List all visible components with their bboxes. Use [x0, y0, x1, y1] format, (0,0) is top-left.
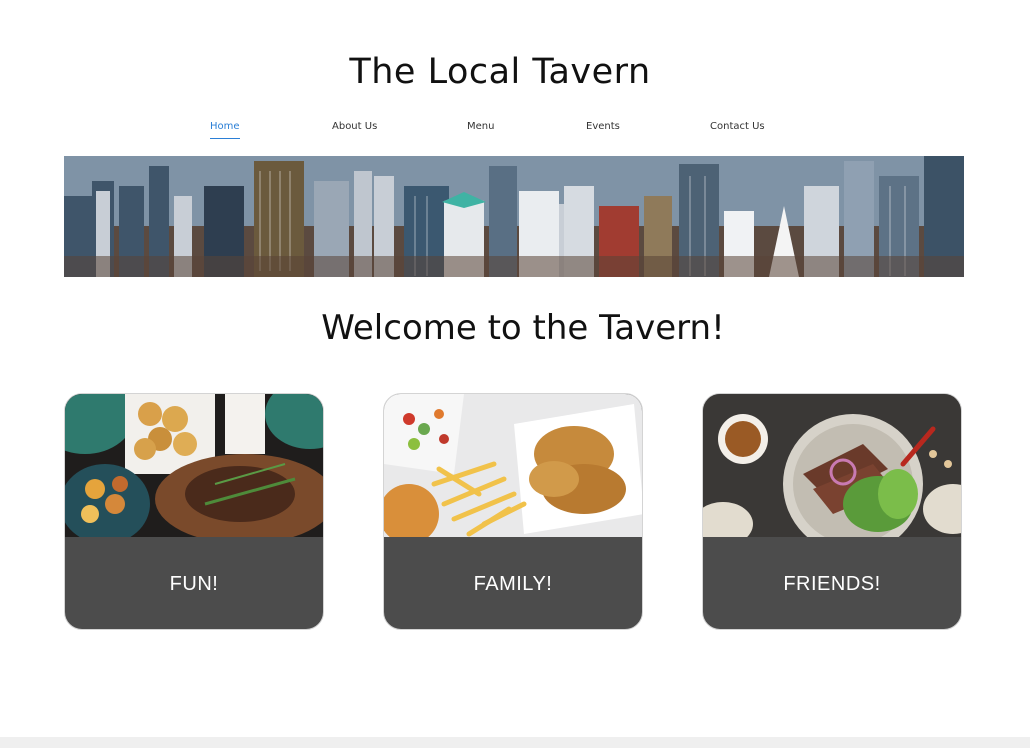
nav-menu[interactable]: Menu — [467, 121, 494, 132]
sliced-steak-salad-image — [703, 394, 961, 537]
hero-banner-image — [64, 156, 964, 277]
card-friends-label: FRIENDS! — [783, 572, 881, 595]
card-family-label: FAMILY! — [473, 572, 553, 595]
main-nav: Home About Us Menu Events Contact Us — [0, 121, 1030, 141]
site-title: The Local Tavern — [349, 52, 651, 92]
card-family[interactable]: FAMILY! — [383, 393, 643, 630]
card-friends[interactable]: FRIENDS! — [702, 393, 962, 630]
nav-about-us[interactable]: About Us — [332, 121, 377, 132]
nav-events[interactable]: Events — [586, 121, 620, 132]
nav-contact-us[interactable]: Contact Us — [710, 121, 765, 132]
nav-home[interactable]: Home — [210, 121, 240, 139]
card-fun-label: FUN! — [169, 572, 219, 595]
roast-meat-platter-image — [65, 394, 323, 537]
welcome-heading: Welcome to the Tavern! — [321, 308, 725, 348]
footer-strip — [0, 737, 1030, 748]
card-fun[interactable]: FUN! — [64, 393, 324, 630]
chicken-tenders-and-fries-image — [384, 394, 642, 537]
